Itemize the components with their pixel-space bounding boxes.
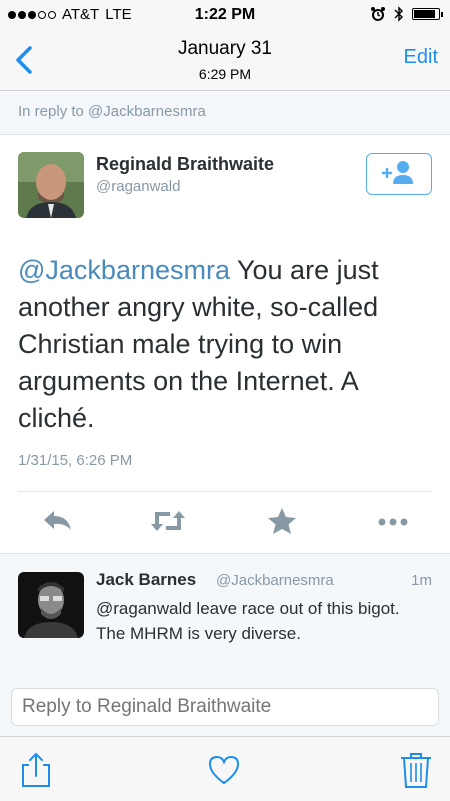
bottom-toolbar	[0, 736, 450, 801]
reply-input[interactable]	[11, 688, 439, 726]
favorite-icon	[268, 508, 296, 534]
trash-icon	[401, 753, 431, 788]
heart-icon	[208, 755, 240, 785]
reply-author-avatar[interactable]	[18, 572, 84, 638]
bluetooth-icon	[394, 6, 403, 22]
reply-author-handle[interactable]: @Jackbarnesmra	[216, 572, 334, 589]
alarm-icon	[371, 7, 385, 21]
reply-context[interactable]: In reply to @Jackbarnesmra	[0, 91, 450, 135]
mention-link[interactable]: @Jackbarnesmra	[18, 255, 230, 285]
status-bar: AT&T LTE 1:22 PM	[0, 0, 450, 30]
reply-author-name[interactable]: Jack Barnes	[96, 570, 196, 590]
status-right	[370, 6, 443, 22]
retweet-button[interactable]	[150, 506, 186, 536]
tweet-timestamp: 1/31/15, 6:26 PM	[18, 452, 133, 469]
page-subtitle: 6:29 PM	[198, 66, 252, 82]
author-handle[interactable]: @raganwald	[96, 178, 180, 195]
battery-icon	[412, 8, 443, 20]
more-icon	[378, 518, 408, 526]
reply-button[interactable]	[40, 506, 76, 536]
share-button[interactable]	[18, 751, 54, 789]
follow-button[interactable]	[366, 153, 432, 195]
tweet-actions	[0, 500, 450, 546]
reply-text: @raganwald leave race out of this bigot.…	[96, 599, 400, 643]
add-user-icon	[381, 161, 413, 184]
page-title: January 31	[177, 38, 272, 59]
author-avatar[interactable]	[18, 152, 84, 218]
like-button[interactable]	[206, 751, 242, 789]
retweet-icon	[151, 511, 185, 531]
compose-area	[0, 678, 450, 736]
delete-button[interactable]	[398, 751, 434, 789]
nav-bar: January 31 6:29 PM Edit	[0, 30, 450, 91]
reply-icon	[44, 511, 71, 530]
share-icon	[22, 752, 50, 787]
battery-level	[414, 10, 436, 18]
author-name[interactable]: Reginald Braithwaite	[96, 154, 274, 175]
edit-button[interactable]: Edit	[404, 46, 438, 69]
favorite-button[interactable]	[264, 506, 300, 536]
more-button[interactable]	[375, 506, 411, 536]
reply-list: Jack Barnes @Jackbarnesmra 1m @raganwald…	[0, 553, 450, 679]
divider	[18, 491, 432, 492]
reply-time: 1m	[411, 572, 432, 589]
tweet-body: @Jackbarnesmra You are just another angr…	[18, 252, 433, 437]
